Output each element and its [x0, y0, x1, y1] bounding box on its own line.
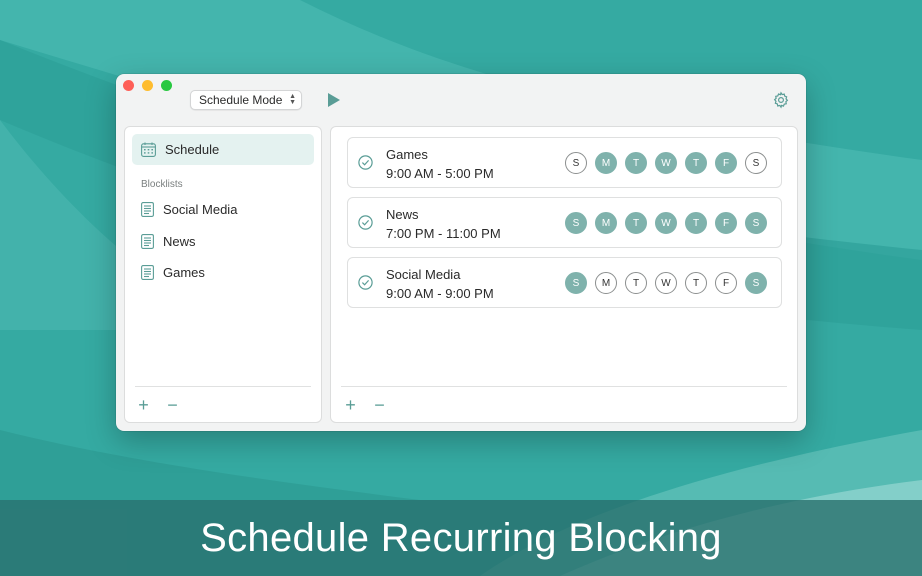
sidebar-add-remove: + −	[137, 396, 179, 414]
check-circle-icon[interactable]	[358, 275, 373, 290]
schedule-time: 9:00 AM - 9:00 PM	[386, 286, 494, 301]
day-toggle[interactable]: T	[685, 212, 707, 234]
sidebar-item-label: News	[163, 234, 196, 249]
schedule-name: News	[386, 207, 419, 222]
schedule-list: Games 9:00 AM - 5:00 PM SMTWTFS News 7:0…	[330, 126, 798, 423]
gear-icon[interactable]	[772, 91, 790, 109]
main-divider	[341, 386, 787, 387]
sidebar-divider	[135, 386, 311, 387]
schedule-name: Games	[386, 147, 428, 162]
day-toggle[interactable]: M	[595, 272, 617, 294]
document-icon	[141, 265, 154, 280]
check-circle-icon[interactable]	[358, 155, 373, 170]
day-selector: SMTWTFS	[565, 272, 767, 294]
day-selector: SMTWTFS	[565, 212, 767, 234]
day-toggle[interactable]: W	[655, 212, 677, 234]
sidebar-item-schedule[interactable]: Schedule	[132, 134, 314, 165]
schedule-time: 7:00 PM - 11:00 PM	[386, 226, 501, 241]
day-toggle[interactable]: S	[565, 212, 587, 234]
schedule-row[interactable]: Social Media 9:00 AM - 9:00 PM SMTWTFS	[347, 257, 782, 308]
minimize-window-button[interactable]	[142, 80, 153, 91]
day-toggle[interactable]: W	[655, 272, 677, 294]
remove-blocklist-button[interactable]: −	[166, 396, 179, 414]
day-toggle[interactable]: T	[625, 212, 647, 234]
sidebar: Schedule Blocklists Social Media News Ga…	[124, 126, 322, 423]
sidebar-item-games[interactable]: Games	[132, 257, 314, 288]
document-icon	[141, 234, 154, 249]
day-toggle[interactable]: F	[715, 272, 737, 294]
day-toggle[interactable]: M	[595, 152, 617, 174]
app-window: Schedule Mode ▲ ▼ Schedule Blocklists So…	[116, 74, 806, 431]
day-toggle[interactable]: T	[685, 272, 707, 294]
day-toggle[interactable]: S	[565, 152, 587, 174]
caption-banner: Schedule Recurring Blocking	[0, 500, 922, 576]
day-toggle[interactable]: T	[625, 272, 647, 294]
schedule-row[interactable]: Games 9:00 AM - 5:00 PM SMTWTFS	[347, 137, 782, 188]
caption-text: Schedule Recurring Blocking	[200, 515, 722, 560]
chevron-updown-icon: ▲ ▼	[289, 93, 296, 106]
maximize-window-button[interactable]	[161, 80, 172, 91]
day-toggle[interactable]: F	[715, 212, 737, 234]
check-circle-icon[interactable]	[358, 215, 373, 230]
sidebar-item-label: Social Media	[163, 202, 238, 217]
main-add-remove: + −	[344, 396, 386, 414]
add-schedule-button[interactable]: +	[344, 396, 357, 414]
window-controls	[123, 80, 172, 91]
remove-schedule-button[interactable]: −	[373, 396, 386, 414]
blocklists-section-label: Blocklists	[141, 179, 183, 190]
day-toggle[interactable]: T	[685, 152, 707, 174]
day-selector: SMTWTFS	[565, 152, 767, 174]
day-toggle[interactable]: S	[745, 152, 767, 174]
sidebar-item-label: Schedule	[165, 142, 220, 157]
day-toggle[interactable]: F	[715, 152, 737, 174]
day-toggle[interactable]: W	[655, 152, 677, 174]
sidebar-item-label: Games	[163, 265, 205, 280]
schedule-time: 9:00 AM - 5:00 PM	[386, 166, 494, 181]
close-window-button[interactable]	[123, 80, 134, 91]
day-toggle[interactable]: S	[745, 272, 767, 294]
mode-select-value: Schedule Mode	[199, 93, 283, 107]
day-toggle[interactable]: T	[625, 152, 647, 174]
day-toggle[interactable]: S	[745, 212, 767, 234]
mode-select[interactable]: Schedule Mode ▲ ▼	[190, 90, 302, 110]
schedule-row[interactable]: News 7:00 PM - 11:00 PM SMTWTFS	[347, 197, 782, 248]
schedule-name: Social Media	[386, 267, 461, 282]
document-icon	[141, 202, 154, 217]
day-toggle[interactable]: S	[565, 272, 587, 294]
calendar-icon	[141, 142, 156, 157]
sidebar-item-social-media[interactable]: Social Media	[132, 194, 314, 225]
play-icon	[328, 93, 340, 107]
sidebar-item-news[interactable]: News	[132, 226, 314, 257]
play-button[interactable]	[327, 92, 341, 108]
add-blocklist-button[interactable]: +	[137, 396, 150, 414]
day-toggle[interactable]: M	[595, 212, 617, 234]
